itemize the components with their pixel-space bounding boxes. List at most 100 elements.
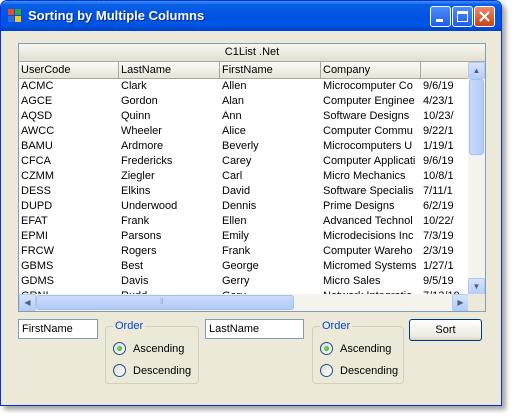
- sort-button[interactable]: Sort: [409, 319, 482, 341]
- horizontal-scroll-thumb[interactable]: ‖: [36, 295, 294, 310]
- cell-date[interactable]: 9/5/19: [421, 274, 469, 289]
- cell-firstname[interactable]: Ann: [220, 109, 321, 124]
- cell-company[interactable]: Micro Mechanics: [321, 169, 421, 184]
- cell-date[interactable]: 9/22/1: [421, 124, 469, 139]
- column-header-date[interactable]: [421, 62, 469, 78]
- cell-lastname[interactable]: Ardmore: [119, 139, 220, 154]
- title-bar[interactable]: Sorting by Multiple Columns: [1, 1, 501, 31]
- cell-lastname[interactable]: Ziegler: [119, 169, 220, 184]
- table-row[interactable]: AQSD Quinn Ann Software Designs 10/23/: [19, 109, 469, 124]
- cell-company[interactable]: Microdecisions Inc: [321, 229, 421, 244]
- cell-usercode[interactable]: FRCW: [19, 244, 119, 259]
- close-button[interactable]: [474, 6, 495, 27]
- scroll-down-button[interactable]: ▼: [468, 278, 485, 295]
- cell-lastname[interactable]: Parsons: [119, 229, 220, 244]
- cell-usercode[interactable]: EFAT: [19, 214, 119, 229]
- cell-date[interactable]: 1/27/1: [421, 259, 469, 274]
- cell-date[interactable]: 9/6/19: [421, 79, 469, 94]
- first-sort-field-input[interactable]: FirstName: [18, 319, 98, 339]
- cell-firstname[interactable]: Carey: [220, 154, 321, 169]
- column-header-company[interactable]: Company: [321, 62, 421, 78]
- cell-date[interactable]: 10/22/: [421, 214, 469, 229]
- cell-usercode[interactable]: ACMC: [19, 79, 119, 94]
- table-row[interactable]: GBMS Best George Micromed Systems 1/27/1: [19, 259, 469, 274]
- horizontal-scrollbar[interactable]: ◀ ‖ ▶: [19, 294, 469, 311]
- cell-firstname[interactable]: Beverly: [220, 139, 321, 154]
- cell-company[interactable]: Computer Wareho: [321, 244, 421, 259]
- cell-lastname[interactable]: Frank: [119, 214, 220, 229]
- second-sort-field-input[interactable]: LastName: [205, 319, 304, 339]
- cell-company[interactable]: Software Specialis: [321, 184, 421, 199]
- cell-lastname[interactable]: Davis: [119, 274, 220, 289]
- cell-company[interactable]: Micromed Systems: [321, 259, 421, 274]
- table-row[interactable]: FRCW Rogers Frank Computer Wareho 2/3/19: [19, 244, 469, 259]
- cell-usercode[interactable]: DESS: [19, 184, 119, 199]
- cell-lastname[interactable]: Best: [119, 259, 220, 274]
- cell-date[interactable]: 7/11/1: [421, 184, 469, 199]
- cell-firstname[interactable]: Alan: [220, 94, 321, 109]
- cell-usercode[interactable]: BAMU: [19, 139, 119, 154]
- cell-firstname[interactable]: David: [220, 184, 321, 199]
- cell-usercode[interactable]: AWCC: [19, 124, 119, 139]
- cell-lastname[interactable]: Gordon: [119, 94, 220, 109]
- vertical-scroll-thumb[interactable]: [469, 79, 484, 155]
- cell-company[interactable]: Microcomputer Co: [321, 79, 421, 94]
- table-row[interactable]: DUPD Underwood Dennis Prime Designs 6/2/19: [19, 199, 469, 214]
- column-header-lastname[interactable]: LastName: [119, 62, 220, 78]
- column-header-usercode[interactable]: UserCode: [19, 62, 119, 78]
- cell-firstname[interactable]: Emily: [220, 229, 321, 244]
- cell-date[interactable]: 1/19/1: [421, 139, 469, 154]
- cell-lastname[interactable]: Fredericks: [119, 154, 220, 169]
- cell-usercode[interactable]: GDMS: [19, 274, 119, 289]
- cell-date[interactable]: 9/6/19: [421, 154, 469, 169]
- table-row[interactable]: EPMI Parsons Emily Microdecisions Inc 7/3/19: [19, 229, 469, 244]
- cell-lastname[interactable]: Quinn: [119, 109, 220, 124]
- cell-firstname[interactable]: Allen: [220, 79, 321, 94]
- cell-lastname[interactable]: Underwood: [119, 199, 220, 214]
- table-row[interactable]: AGCE Gordon Alan Computer Enginee 4/23/1: [19, 94, 469, 109]
- cell-company[interactable]: Computer Applicati: [321, 154, 421, 169]
- cell-usercode[interactable]: GBMS: [19, 259, 119, 274]
- cell-firstname[interactable]: Dennis: [220, 199, 321, 214]
- cell-usercode[interactable]: AQSD: [19, 109, 119, 124]
- cell-lastname[interactable]: Clark: [119, 79, 220, 94]
- table-row[interactable]: DESS Elkins David Software Specialis 7/11/1: [19, 184, 469, 199]
- cell-company[interactable]: Advanced Technol: [321, 214, 421, 229]
- cell-firstname[interactable]: Gerry: [220, 274, 321, 289]
- cell-lastname[interactable]: Wheeler: [119, 124, 220, 139]
- cell-company[interactable]: Microcomputers U: [321, 139, 421, 154]
- cell-company[interactable]: Micro Sales: [321, 274, 421, 289]
- scroll-left-button[interactable]: ◀: [19, 294, 36, 311]
- cell-firstname[interactable]: Ellen: [220, 214, 321, 229]
- app-icon[interactable]: [8, 9, 22, 23]
- table-row[interactable]: GDMS Davis Gerry Micro Sales 9/5/19: [19, 274, 469, 289]
- cell-date[interactable]: 10/8/1: [421, 169, 469, 184]
- maximize-button[interactable]: [452, 6, 473, 27]
- column-header-firstname[interactable]: FirstName: [220, 62, 321, 78]
- cell-usercode[interactable]: AGCE: [19, 94, 119, 109]
- cell-usercode[interactable]: CFCA: [19, 154, 119, 169]
- cell-lastname[interactable]: Elkins: [119, 184, 220, 199]
- cell-firstname[interactable]: Alice: [220, 124, 321, 139]
- cell-date[interactable]: 10/23/: [421, 109, 469, 124]
- table-row[interactable]: BAMU Ardmore Beverly Microcomputers U 1/19/1: [19, 139, 469, 154]
- cell-firstname[interactable]: George: [220, 259, 321, 274]
- scroll-right-button[interactable]: ▶: [452, 294, 469, 311]
- cell-company[interactable]: Computer Commu: [321, 124, 421, 139]
- cell-usercode[interactable]: EPMI: [19, 229, 119, 244]
- minimize-button[interactable]: [430, 6, 451, 27]
- cell-company[interactable]: Software Designs: [321, 109, 421, 124]
- table-row[interactable]: CZMM Ziegler Carl Micro Mechanics 10/8/1: [19, 169, 469, 184]
- scroll-up-button[interactable]: ▲: [468, 62, 485, 79]
- cell-usercode[interactable]: CZMM: [19, 169, 119, 184]
- cell-date[interactable]: 2/3/19: [421, 244, 469, 259]
- cell-date[interactable]: 4/23/1: [421, 94, 469, 109]
- table-row[interactable]: AWCC Wheeler Alice Computer Commu 9/22/1: [19, 124, 469, 139]
- cell-date[interactable]: 6/2/19: [421, 199, 469, 214]
- cell-lastname[interactable]: Rogers: [119, 244, 220, 259]
- cell-date[interactable]: 7/3/19: [421, 229, 469, 244]
- data-grid[interactable]: C1List .Net UserCode LastName FirstName …: [18, 43, 486, 312]
- vertical-scrollbar[interactable]: ▲ ▼: [468, 62, 485, 295]
- table-row[interactable]: ACMC Clark Allen Microcomputer Co 9/6/19: [19, 79, 469, 94]
- cell-company[interactable]: Computer Enginee: [321, 94, 421, 109]
